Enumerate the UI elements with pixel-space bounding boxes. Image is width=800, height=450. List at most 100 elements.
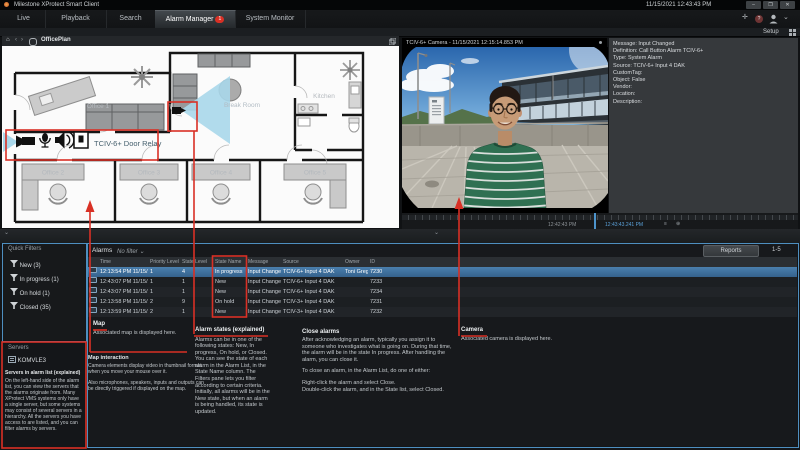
- profile-icon[interactable]: [769, 14, 778, 24]
- tab-live[interactable]: Live: [2, 10, 46, 28]
- alarm-type-icon: [89, 307, 97, 313]
- map-camera-hall-icon[interactable]: [16, 136, 35, 148]
- server-icon: [8, 356, 16, 363]
- map-tools-icon[interactable]: [389, 38, 396, 45]
- tab-system-monitor[interactable]: System Monitor: [235, 10, 306, 28]
- home-icon[interactable]: ⌂: [6, 37, 10, 43]
- alarm-detail-line: Type: System Alarm: [613, 55, 798, 62]
- funnel-icon: [10, 302, 18, 310]
- alarm-filter-dropdown[interactable]: No filter ⌄: [117, 248, 144, 255]
- room-label: Office 2: [42, 170, 65, 177]
- alarm-row[interactable]: 12:43:07 PM 11/15/201 1New Input ChangeT…: [87, 277, 797, 287]
- help-icon[interactable]: ?: [755, 15, 763, 23]
- timeline-current-time: 12:43:43.241 PM: [605, 222, 643, 228]
- filter-on-hold[interactable]: On hold (1): [10, 288, 50, 298]
- camera-fov-cone-hall: [3, 132, 18, 152]
- section-splitter[interactable]: ⌄ ⌄: [0, 229, 800, 243]
- map-door-relay-icon[interactable]: [74, 132, 88, 148]
- room-label: Office 5: [304, 170, 327, 177]
- filter-closed[interactable]: Closed (35): [10, 302, 51, 312]
- chevron-down-icon: ⌄: [139, 249, 144, 255]
- tab-bar: Live Playback Search Alarm Manager1 Syst…: [0, 10, 800, 29]
- room-label: Office 3: [138, 170, 161, 177]
- floor-plan: Office 1 Break Room Kitchen Office 2 Off…: [2, 46, 399, 228]
- alarm-row[interactable]: 12:13:54 PM 11/15/201 4In progress Input…: [87, 267, 797, 277]
- map-view[interactable]: Office 1 Break Room Kitchen Office 2 Off…: [2, 46, 399, 228]
- alarm-type-icon: [89, 297, 97, 303]
- forward-icon[interactable]: ›: [21, 37, 23, 43]
- funnel-icon: [10, 274, 18, 282]
- alarm-table-header[interactable]: Time Priority LevelState Level State Nam…: [87, 257, 797, 267]
- alarm-detail-line: Source: TCIV-6+ Input 4 DAK: [613, 63, 798, 70]
- timeline-zoom-icon[interactable]: ⊕: [676, 221, 680, 227]
- room-label: Break Room: [224, 102, 260, 109]
- restore-button[interactable]: ❐: [763, 1, 778, 9]
- collapse-sidebar-icon[interactable]: ⌄: [4, 229, 9, 236]
- app-logo-icon: [4, 2, 9, 7]
- title-bar: Milestone XProtect Smart Client 11/15/20…: [0, 0, 800, 10]
- map-speaker-icon[interactable]: [55, 132, 74, 149]
- camera-title: TCIV-6+ Camera - 11/15/2021 12:15:14.853…: [406, 40, 523, 46]
- device-label: TCIV-6+ Door Relay: [94, 139, 162, 148]
- annotation-map: Map Associated map is displayed here.: [93, 321, 188, 336]
- clock: 11/15/2021 12:43:43 PM: [646, 2, 711, 8]
- annotation-camera: Camera Associated camera is displayed he…: [461, 327, 571, 342]
- tab-search[interactable]: Search: [106, 10, 156, 28]
- annotation-map-interaction: Map interaction Camera elements display …: [88, 355, 206, 397]
- alarm-row[interactable]: 12:43:07 PM 11/15/201 1New Input ChangeT…: [87, 287, 797, 297]
- map-title: OfficePlan: [41, 37, 71, 43]
- room-label: Kitchen: [313, 93, 335, 100]
- alarm-row[interactable]: 12:13:58 PM 11/15/202 9On hold Input Cha…: [87, 297, 797, 307]
- alarm-details-panel: Message: Input Changed Definition: Call …: [609, 38, 798, 213]
- alarm-detail-line: Message: Input Changed: [613, 41, 798, 48]
- timeline-options-icon[interactable]: ≡: [664, 221, 667, 227]
- globe-icon: [29, 38, 37, 46]
- alarm-detail-line: CustomTag:: [613, 70, 798, 77]
- camera-video[interactable]: [402, 47, 608, 208]
- tab-alarm-manager[interactable]: Alarm Manager1: [155, 10, 236, 29]
- quick-filters-header: Quick Filters: [8, 246, 41, 252]
- room-label: Office 4: [210, 170, 233, 177]
- layout-grid-icon[interactable]: [789, 29, 796, 36]
- alarm-range: 1-5: [772, 247, 781, 253]
- add-view-icon[interactable]: ✛: [742, 13, 748, 21]
- quick-filters-panel: Quick Filters New (3) In progress (1) On…: [2, 243, 85, 340]
- camera-title-bar: TCIV-6+ Camera - 11/15/2021 12:15:14.853…: [402, 38, 607, 47]
- plant-office1: [131, 66, 153, 88]
- funnel-icon: [10, 260, 18, 268]
- alarm-count-badge: 1: [215, 16, 224, 23]
- server-item[interactable]: KOMVLE3: [8, 356, 46, 364]
- annotation-servers: Servers in alarm list (explained) On the…: [5, 370, 83, 432]
- back-icon[interactable]: ‹: [15, 37, 17, 43]
- chevron-down-icon[interactable]: ⌄: [783, 13, 789, 21]
- close-button[interactable]: ✕: [780, 1, 795, 9]
- minimize-button[interactable]: –: [746, 1, 761, 9]
- plant-kitchen: [340, 60, 360, 80]
- alarm-type-icon: [89, 277, 97, 283]
- alarm-row[interactable]: 12:13:59 PM 11/15/202 1New Input ChangeT…: [87, 307, 797, 317]
- alarm-type-icon: [89, 267, 97, 273]
- map-title-bar: ⌂ ‹ › OfficePlan: [2, 36, 399, 46]
- filter-new[interactable]: New (3): [10, 260, 41, 270]
- annotation-alarm-states: Alarm states (explained) Alarms can be i…: [195, 327, 271, 416]
- alarm-type-icon: [89, 287, 97, 293]
- alarm-detail-line: Object: False: [613, 77, 798, 84]
- tab-playback[interactable]: Playback: [45, 10, 107, 28]
- alarm-detail-line: Vendor:: [613, 84, 798, 91]
- alarm-detail-line: Description:: [613, 99, 798, 106]
- setup-button[interactable]: Setup: [763, 29, 779, 35]
- camera-status-dot: [599, 41, 602, 44]
- alarm-detail-line: Definition: Call Button Alarm TCIV-6+: [613, 48, 798, 55]
- funnel-icon: [10, 288, 18, 296]
- playback-timeline[interactable]: 12:42:43 PM 12:43:43.241 PM ≡ ⊕: [402, 213, 798, 229]
- timeline-playhead[interactable]: [594, 213, 596, 229]
- window-title: Milestone XProtect Smart Client: [14, 2, 99, 8]
- reports-button[interactable]: Reports: [703, 245, 759, 257]
- alarm-detail-line: Location:: [613, 91, 798, 98]
- timeline-ticks: [402, 215, 798, 220]
- collapse-list-icon[interactable]: ⌄: [434, 229, 439, 236]
- smart-client-window: Milestone XProtect Smart Client 11/15/20…: [0, 0, 800, 450]
- annotation-close-alarms: Close alarms After acknowledging an alar…: [302, 329, 458, 393]
- map-microphone-icon[interactable]: [40, 133, 50, 147]
- filter-in-progress[interactable]: In progress (1): [10, 274, 59, 284]
